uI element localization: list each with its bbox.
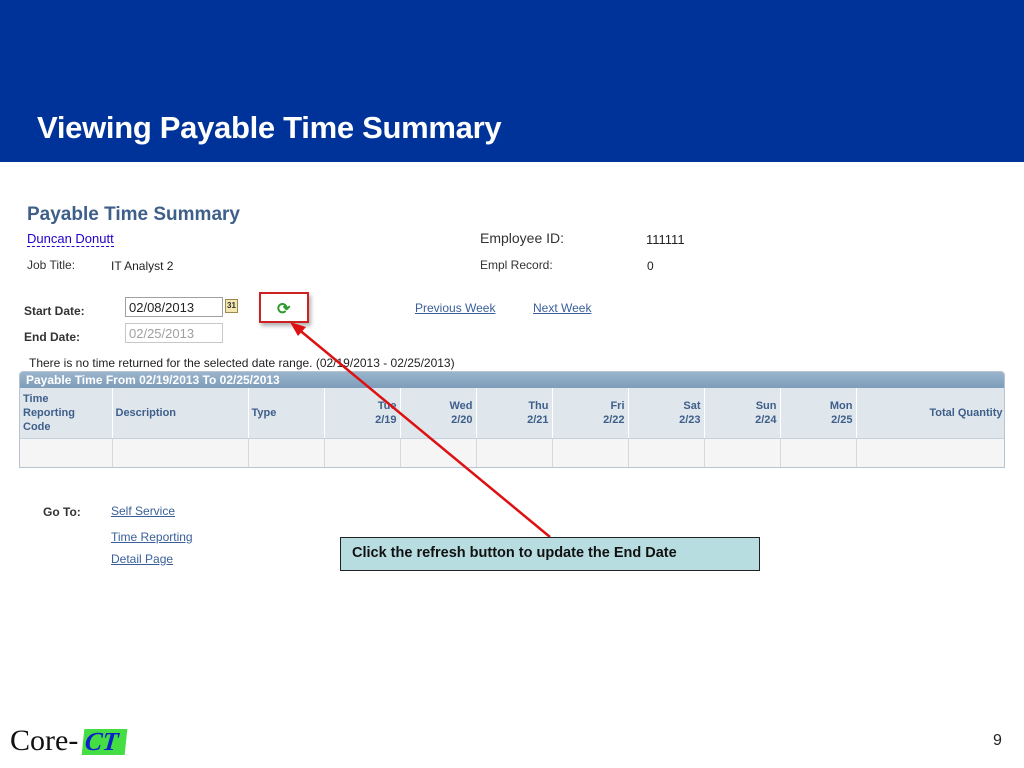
- col-tue: Tue 2/19: [324, 388, 401, 439]
- employee-name-link[interactable]: Duncan Donutt: [27, 231, 114, 247]
- logo-accent: CT: [81, 727, 128, 756]
- table-cell: [112, 438, 249, 467]
- col-mon: Mon 2/25: [780, 388, 857, 439]
- no-time-message: There is no time returned for the select…: [29, 356, 455, 370]
- table-cell: [20, 438, 113, 467]
- col-sat: Sat 2/23: [628, 388, 705, 439]
- col-total-quantity: Total Quantity: [856, 388, 1004, 439]
- table-cell: [248, 438, 325, 467]
- col-wed: Wed 2/20: [400, 388, 477, 439]
- start-date-input[interactable]: [125, 297, 223, 317]
- job-title-label: Job Title:: [27, 258, 76, 272]
- logo-text: Core-: [10, 724, 79, 757]
- slide-banner: Viewing Payable Time Summary: [0, 0, 1024, 162]
- refresh-button[interactable]: ⟳: [259, 292, 309, 323]
- page-number: 9: [993, 732, 1002, 749]
- self-service-link[interactable]: Self Service: [111, 504, 175, 518]
- table-row: [20, 438, 1004, 467]
- employee-id-label: Employee ID:: [480, 230, 565, 246]
- end-date-label: End Date:: [24, 330, 81, 344]
- table-cell: [856, 438, 1004, 467]
- goto-label: Go To:: [43, 505, 81, 519]
- job-title-value: IT Analyst 2: [111, 259, 174, 273]
- col-sun: Sun 2/24: [704, 388, 781, 439]
- table-cell: [628, 438, 705, 467]
- col-description: Description: [112, 388, 249, 439]
- col-fri: Fri 2/22: [552, 388, 629, 439]
- slide-title: Viewing Payable Time Summary: [37, 110, 502, 145]
- end-date-input: [125, 323, 223, 343]
- grid-header-row: Time Reporting Code Description Type Tue 2/…: [20, 388, 1004, 439]
- detail-page-link[interactable]: Detail Page: [111, 552, 173, 566]
- start-date-label: Start Date:: [24, 304, 85, 318]
- table-cell: [552, 438, 629, 467]
- calendar-icon[interactable]: 31: [225, 299, 238, 313]
- employee-id-value: 111111: [646, 232, 685, 247]
- empl-record-label: Empl Record:: [480, 258, 553, 272]
- page-title: Payable Time Summary: [27, 204, 240, 225]
- table-cell: [780, 438, 857, 467]
- next-week-link[interactable]: Next Week: [533, 301, 591, 315]
- instruction-callout: Click the refresh button to update the E…: [340, 537, 760, 571]
- table-cell: [400, 438, 477, 467]
- grid-title: Payable Time From 02/19/2013 To 02/25/20…: [20, 372, 1004, 388]
- table-cell: [324, 438, 401, 467]
- arrow-head-icon: [290, 322, 306, 336]
- col-trc: Time Reporting Code: [20, 388, 113, 439]
- table-cell: [704, 438, 781, 467]
- col-thu: Thu 2/21: [476, 388, 553, 439]
- empl-record-value: 0: [647, 259, 654, 273]
- col-type: Type: [248, 388, 325, 439]
- table-cell: [476, 438, 553, 467]
- previous-week-link[interactable]: Previous Week: [415, 301, 495, 315]
- refresh-icon: ⟳: [277, 301, 291, 318]
- payable-time-grid: Payable Time From 02/19/2013 To 02/25/20…: [19, 371, 1005, 468]
- time-reporting-link[interactable]: Time Reporting: [111, 530, 193, 544]
